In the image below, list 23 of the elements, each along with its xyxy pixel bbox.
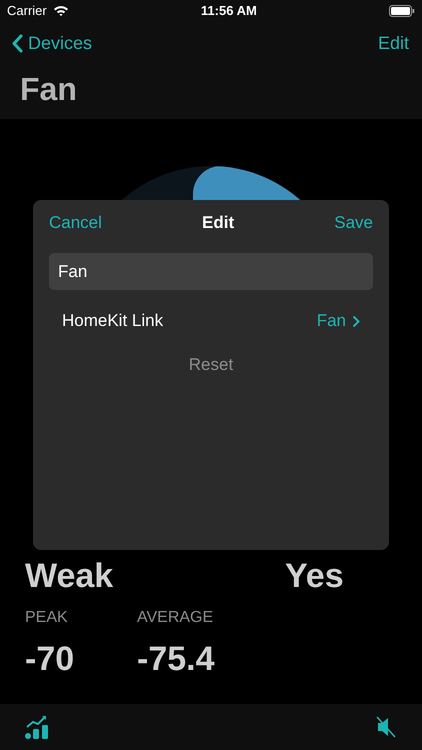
cancel-button[interactable]: Cancel [49,210,102,236]
page-title: Fan [19,70,77,109]
battery-icon [389,5,415,17]
reading-value: -75.4 [137,639,214,680]
speaker-muted-icon[interactable] [376,716,396,738]
chart-icon[interactable] [25,714,49,740]
homekit-link-row[interactable]: HomeKit Link Fan [49,290,373,352]
reading-label: PEAK [25,608,68,628]
chevron-left-icon [12,34,23,53]
back-button[interactable]: Devices [12,30,92,57]
edit-button[interactable]: Edit [378,30,409,57]
reading-value: -70 [25,639,74,680]
status-time: 11:56 AM [200,2,257,20]
save-button[interactable]: Save [334,210,373,236]
name-field[interactable]: Fan [49,253,373,290]
dialog-title: Edit [202,212,234,234]
reading-label: AVERAGE [137,608,214,628]
chevron-right-icon [352,314,360,328]
reset-button[interactable]: Reset [188,352,234,378]
stat-value: Yes [285,556,344,597]
wifi-icon [52,5,69,17]
carrier-label: Carrier [7,2,47,20]
stat-value: Weak [25,556,114,597]
